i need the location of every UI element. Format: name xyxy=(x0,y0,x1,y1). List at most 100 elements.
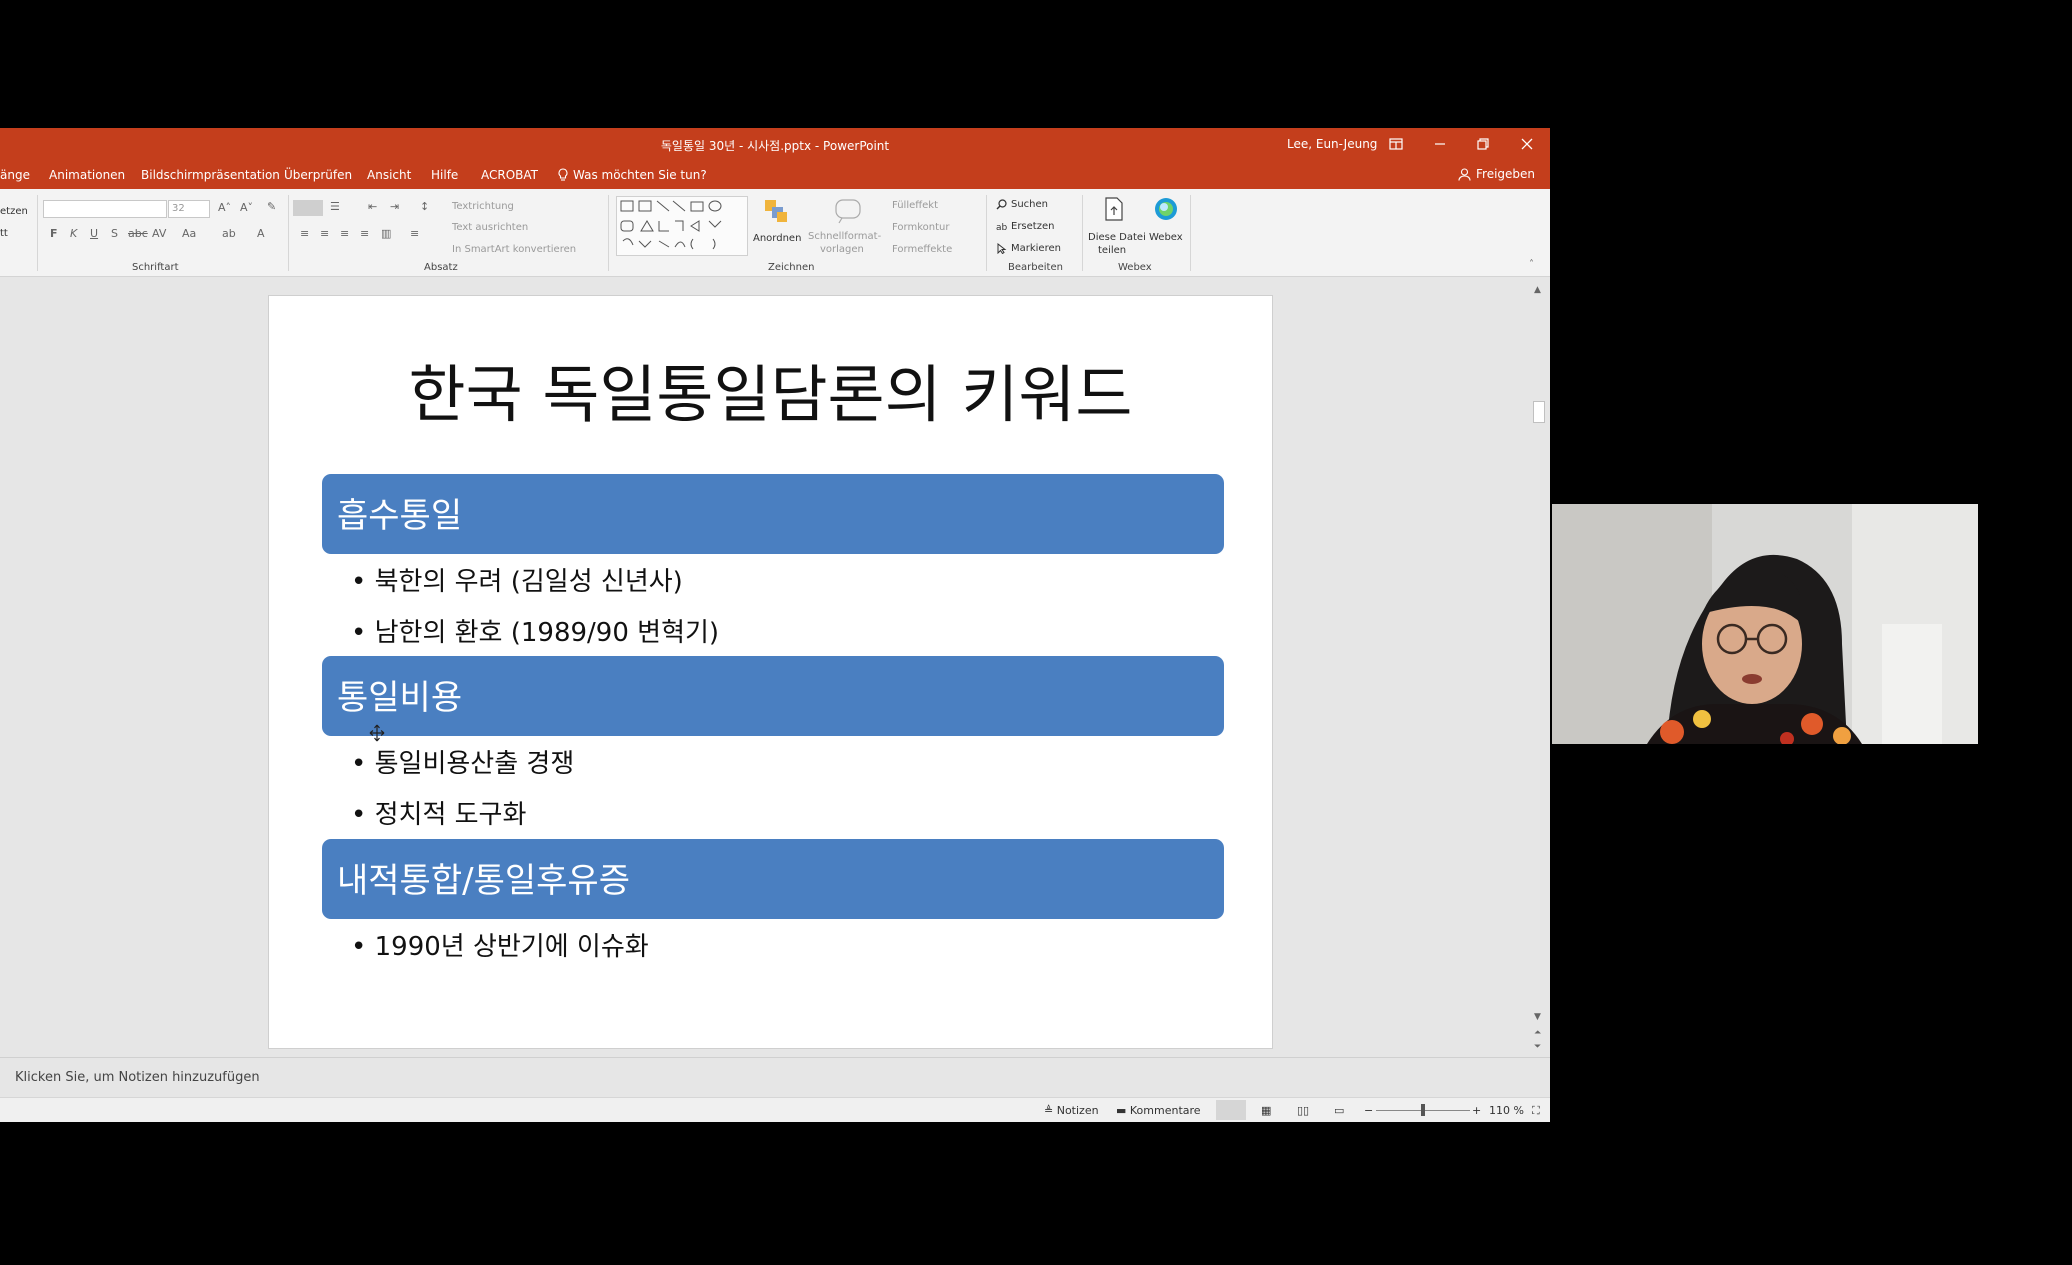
zoom-in-icon[interactable]: + xyxy=(1472,1104,1481,1117)
share-file-icon[interactable] xyxy=(1104,197,1124,221)
decrease-indent-icon[interactable]: ⇤ xyxy=(368,200,377,213)
group-label-font: Schriftart xyxy=(132,262,179,273)
shape-effects-button[interactable]: Formeffekte xyxy=(892,244,952,255)
quick-styles-icon[interactable] xyxy=(834,198,862,224)
share-file-label-1[interactable]: Diese Datei xyxy=(1088,232,1146,243)
decrease-font-icon[interactable]: A˅ xyxy=(240,201,253,214)
shapes-gallery[interactable] xyxy=(616,196,748,256)
bullet-item[interactable]: • 남한의 환호 (1989/90 변혁기) xyxy=(351,612,719,649)
divider xyxy=(37,195,38,271)
ribbon-display-options-icon[interactable] xyxy=(1378,132,1414,156)
shape-fill-button[interactable]: Fülleffekt xyxy=(892,200,938,211)
webex-icon[interactable] xyxy=(1154,197,1178,221)
group-label-paragraph: Absatz xyxy=(424,262,458,273)
scroll-down-icon[interactable]: ▼ xyxy=(1534,1012,1541,1022)
quick-styles-label-1[interactable]: Schnellformat- xyxy=(808,231,881,242)
columns-icon[interactable]: ▥ xyxy=(381,227,391,240)
line-spacing-icon[interactable]: ↕ xyxy=(420,200,429,213)
share-label: Freigeben xyxy=(1476,167,1536,181)
previous-slide-icon[interactable]: ⏶ xyxy=(1534,1028,1541,1038)
italic-icon[interactable]: K xyxy=(70,227,77,240)
tab-uebergaenge[interactable]: änge xyxy=(0,168,30,182)
align-left-icon[interactable]: ≡ xyxy=(300,227,309,240)
slide-sorter-icon[interactable]: ▦ xyxy=(1261,1104,1271,1117)
highlight-icon[interactable]: ab xyxy=(222,227,236,240)
change-case-icon[interactable]: Aa xyxy=(182,227,196,240)
scroll-thumb[interactable] xyxy=(1533,401,1545,423)
vertical-scrollbar[interactable]: ▲ ▼ ⏶ ⏷ xyxy=(1532,285,1546,1055)
char-spacing-icon[interactable]: AV xyxy=(152,227,166,240)
shadow-icon[interactable]: S xyxy=(111,227,118,240)
comments-label: Kommentare xyxy=(1129,1104,1201,1117)
minimize-icon[interactable] xyxy=(1422,132,1458,156)
reading-view-icon[interactable]: ▯▯ xyxy=(1297,1104,1309,1117)
bullets-icon[interactable] xyxy=(293,200,323,216)
text-direction-button[interactable]: Textrichtung xyxy=(452,201,514,212)
user-name[interactable]: Lee, Eun-Jeung xyxy=(1287,137,1377,151)
zoom-slider-thumb[interactable] xyxy=(1421,1104,1425,1116)
zoom-out-icon[interactable]: − xyxy=(1364,1104,1373,1117)
tab-bildschirmpraesentation[interactable]: Bildschirmpräsentation xyxy=(141,168,280,182)
tell-me-search[interactable]: Was möchten Sie tun? xyxy=(557,168,707,182)
tab-hilfe[interactable]: Hilfe xyxy=(431,168,458,182)
section-bar[interactable]: 내적통합/통일후유증 xyxy=(322,839,1224,919)
align-text-icon[interactable]: ≡ xyxy=(410,227,419,240)
section-bar[interactable]: 흡수통일 xyxy=(322,474,1224,554)
normal-view-icon[interactable] xyxy=(1216,1100,1246,1120)
tell-me-label: Was möchten Sie tun? xyxy=(573,168,707,182)
notes-toggle-button[interactable]: ≜ Notizen xyxy=(1044,1104,1099,1117)
font-name-input[interactable] xyxy=(43,200,167,218)
find-button[interactable]: Suchen xyxy=(996,199,1048,210)
clipboard-item-partial-2[interactable]: tt xyxy=(0,228,8,239)
clipboard-item-partial[interactable]: etzen xyxy=(0,206,28,217)
bullet-item[interactable]: • 북한의 우려 (김일성 신년사) xyxy=(351,561,683,598)
font-color-icon[interactable]: A xyxy=(257,227,265,240)
arrange-button[interactable]: Anordnen xyxy=(753,233,801,244)
tab-animationen[interactable]: Animationen xyxy=(49,168,125,182)
strikethrough-icon[interactable]: abc xyxy=(128,227,148,240)
restore-icon[interactable] xyxy=(1465,132,1501,156)
collapse-ribbon-icon[interactable]: ˄ xyxy=(1529,259,1534,270)
slide-canvas[interactable]: 한국 독일통일담론의 키워드 흡수통일 • 북한의 우려 (김일성 신년사) •… xyxy=(268,295,1273,1049)
close-icon[interactable] xyxy=(1509,132,1545,156)
select-button[interactable]: Markieren xyxy=(996,243,1061,254)
share-button[interactable]: Freigeben xyxy=(1458,167,1535,181)
tab-ueberpruefen[interactable]: Überprüfen xyxy=(284,168,352,182)
comments-button[interactable]: ▬ Kommentare xyxy=(1116,1104,1201,1117)
notes-pane[interactable]: Klicken Sie, um Notizen hinzuzufügen xyxy=(0,1057,1550,1098)
shape-outline-button[interactable]: Formkontur xyxy=(892,222,949,233)
bullet-item[interactable]: • 정치적 도구화 xyxy=(351,794,526,831)
bullet-text: 남한의 환호 (1989/90 변혁기) xyxy=(374,618,720,648)
numbering-icon[interactable]: ☰ xyxy=(330,200,340,213)
align-right-icon[interactable]: ≡ xyxy=(340,227,349,240)
bullet-item[interactable]: • 통일비용산출 경쟁 xyxy=(351,743,574,780)
increase-indent-icon[interactable]: ⇥ xyxy=(390,200,399,213)
underline-icon[interactable]: U xyxy=(90,227,98,240)
tab-acrobat[interactable]: ACROBAT xyxy=(481,168,538,182)
smartart-button[interactable]: In SmartArt konvertieren xyxy=(452,244,576,255)
fit-slide-icon[interactable]: ⛶ xyxy=(1532,1104,1540,1118)
clear-format-icon[interactable]: ✎ xyxy=(267,200,276,213)
bold-icon[interactable]: F xyxy=(50,227,58,240)
shapes-icon xyxy=(620,200,722,250)
bullet-item[interactable]: • 1990년 상반기에 이슈화 xyxy=(351,926,649,963)
replace-button[interactable]: ab Ersetzen xyxy=(996,221,1054,232)
section-heading: 내적통합/통일후유증 xyxy=(337,861,630,901)
webex-button[interactable]: Webex xyxy=(1149,232,1183,243)
next-slide-icon[interactable]: ⏷ xyxy=(1534,1042,1541,1052)
justify-icon[interactable]: ≡ xyxy=(360,227,369,240)
share-file-label-2[interactable]: teilen xyxy=(1098,245,1126,256)
increase-font-icon[interactable]: A˄ xyxy=(218,201,231,214)
arrange-icon[interactable] xyxy=(763,198,789,224)
align-text-button[interactable]: Text ausrichten xyxy=(452,222,528,233)
tab-ansicht[interactable]: Ansicht xyxy=(367,168,411,182)
section-bar[interactable]: 통일비용 xyxy=(322,656,1224,736)
slide-editor: 한국 독일통일담론의 키워드 흡수통일 • 북한의 우려 (김일성 신년사) •… xyxy=(0,277,1550,1057)
align-center-icon[interactable]: ≡ xyxy=(320,227,329,240)
scroll-up-icon[interactable]: ▲ xyxy=(1534,285,1541,295)
quick-styles-label-2[interactable]: vorlagen xyxy=(820,244,864,255)
font-size-input[interactable]: 32 xyxy=(168,200,210,218)
slideshow-icon[interactable]: ▭ xyxy=(1334,1104,1344,1117)
slide-title[interactable]: 한국 독일통일담론의 키워드 xyxy=(269,344,1272,434)
zoom-level[interactable]: 110 % xyxy=(1489,1104,1524,1117)
